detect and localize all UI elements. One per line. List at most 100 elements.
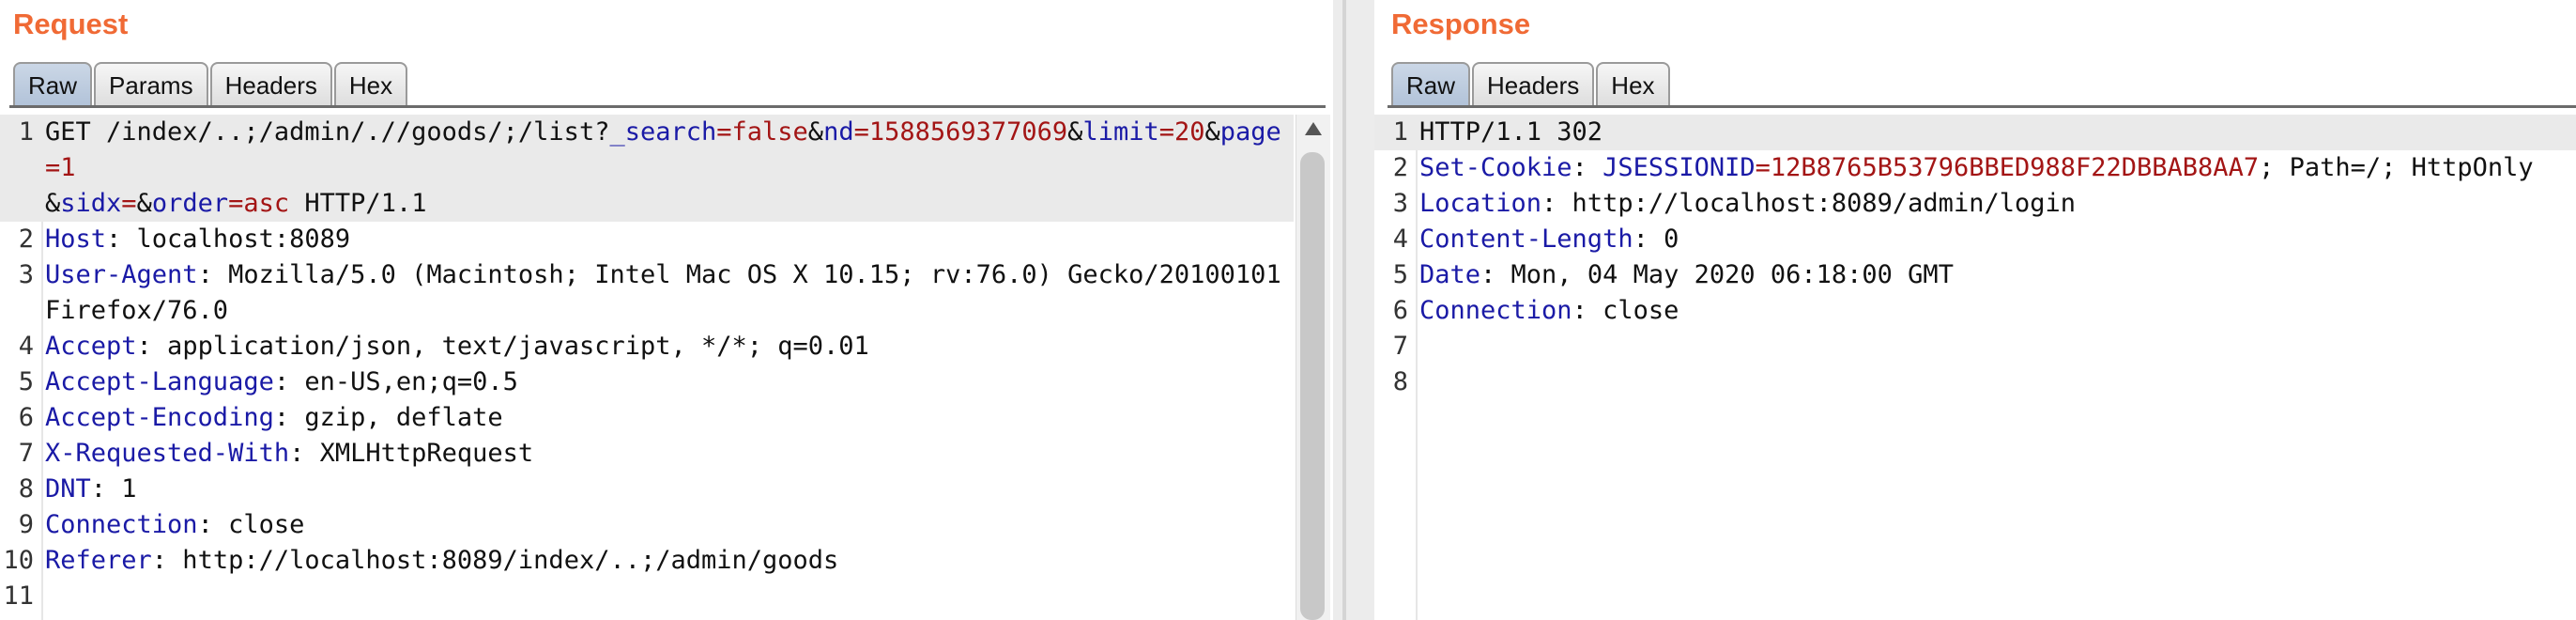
request-line[interactable]: 7 X-Requested-With: XMLHttpRequest [0,436,1294,472]
text-segment: & [1067,117,1083,147]
response-line[interactable]: 5 Date: Mon, 04 May 2020 06:18:00 GMT [1374,257,2576,293]
line-text [1419,329,2576,364]
response-pane: Response Raw Headers Hex 1 HTTP/1.1 302 2 Set… [1374,0,2576,620]
text-segment: = [853,117,869,147]
pane-divider[interactable] [1333,0,1374,620]
header-name: Connection [45,510,198,539]
line-number: 1 [18,117,34,147]
response-title: Response [1391,8,1531,40]
param-value: 1 [60,153,76,182]
request-line[interactable]: 2 Host: localhost:8089 [0,222,1294,257]
line-number: 8 [1392,367,1408,396]
response-line[interactable]: 4 Content-Length: 0 [1374,222,2576,257]
text-segment: : close [1572,296,1679,325]
response-tab-rule [1388,105,2576,108]
request-line[interactable]: 8 DNT: 1 [0,472,1294,507]
line-number: 8 [18,474,34,504]
response-line[interactable]: 7 [1374,329,2576,364]
text-segment: & [807,117,824,147]
header-name: Content-Length [1419,225,1633,254]
request-line[interactable]: 1 GET /index/..;/admin/.//goods/;/list?_s… [0,115,1294,186]
line-text: Connection: close [1419,293,2576,329]
text-segment: : http://localhost:8089/index/..;/admin/… [151,546,839,575]
line-text [1419,364,2576,400]
response-line[interactable]: 2 Set-Cookie: JSESSIONID=12B8765B53796BBE… [1374,150,2576,186]
line-text: Referer: http://localhost:8089/index/..;… [45,543,1294,579]
request-line[interactable]: &sidx=&order=asc HTTP/1.1 [0,186,1294,222]
line-number: 5 [18,367,34,396]
response-line[interactable]: 1 HTTP/1.1 302 [1374,115,2576,150]
scroll-thumb[interactable] [1300,152,1325,620]
line-number: 6 [1392,296,1408,325]
response-line[interactable]: 8 [1374,364,2576,400]
param-value: 12B8765B53796BBED988F22DBBAB8AA7 [1770,153,2260,182]
line-text: Accept: application/json, text/javascrip… [45,329,1294,364]
line-number: 3 [1392,189,1408,218]
request-line[interactable]: 6 Accept-Encoding: gzip, deflate [0,400,1294,436]
response-lines: 1 HTTP/1.1 302 2 Set-Cookie: JSESSIONID=12B… [1374,115,2576,400]
request-line[interactable]: 12 [0,614,1294,620]
request-scrollbar[interactable] [1296,115,1330,620]
header-name: Accept-Language [45,367,274,396]
response-tab-headers[interactable]: Headers [1472,62,1595,105]
line-number: 7 [1392,332,1408,361]
text-segment: : Mozilla/5.0 (Macintosh; Intel Mac OS X… [197,260,1281,289]
request-editor[interactable]: 1 GET /index/..;/admin/.//goods/;/list?_s… [0,115,1294,620]
text-segment: = [45,153,61,182]
response-tab-hex[interactable]: Hex [1596,62,1670,105]
text-segment: = [716,117,732,147]
text-segment: Firefox/76.0 [45,296,229,325]
text-segment: : XMLHttpRequest [289,439,534,468]
text-segment: : gzip, deflate [273,403,503,432]
text-segment: : en-US,en;q=0.5 [273,367,518,396]
request-line[interactable]: 11 [0,579,1294,614]
request-line[interactable]: 3 User-Agent: Mozilla/5.0 (Macintosh; Int… [0,257,1294,293]
scroll-up-arrow-icon[interactable] [1305,122,1322,135]
line-text: Accept-Language: en-US,en;q=0.5 [45,364,1294,400]
response-line[interactable]: 3 Location: http://localhost:8089/admin/l… [1374,186,2576,222]
request-line[interactable]: Firefox/76.0 [0,293,1294,329]
request-pane: Request Raw Params Headers Hex 1 GET /index/… [0,0,1333,620]
line-text [45,579,1294,614]
request-title: Request [13,8,129,40]
response-editor[interactable]: 1 HTTP/1.1 302 2 Set-Cookie: JSESSIONID=12B… [1374,115,2576,620]
text-segment: = [1755,153,1771,182]
request-tab-raw[interactable]: Raw [13,62,93,105]
text-segment: : [1572,153,1603,182]
text-segment: & [45,189,61,218]
request-line[interactable]: 4 Accept: application/json, text/javascri… [0,329,1294,364]
line-text: Connection: close [45,507,1294,543]
text-segment: : 0 [1633,225,1679,254]
line-text: GET /index/..;/admin/.//goods/;/list?_se… [45,115,1294,186]
request-line[interactable]: 9 Connection: close [0,507,1294,543]
response-line[interactable]: 6 Connection: close [1374,293,2576,329]
line-text [45,614,1294,620]
header-name: order [151,189,229,218]
line-number: 1 [1392,117,1408,147]
text-segment: : Mon, 04 May 2020 06:18:00 GMT [1480,260,1954,289]
line-text: Location: http://localhost:8089/admin/lo… [1419,186,2576,222]
text-segment: ; Path=/; HttpOnly [2259,153,2534,182]
line-text: X-Requested-With: XMLHttpRequest [45,436,1294,472]
line-text: &sidx=&order=asc HTTP/1.1 [45,186,1294,222]
line-number: 9 [18,510,34,539]
response-tabs: Raw Headers Hex [1391,62,1672,105]
line-text: Host: localhost:8089 [45,222,1294,257]
line-number: 2 [18,225,34,254]
request-tab-headers[interactable]: Headers [209,62,332,105]
request-tab-hex[interactable]: Hex [333,62,408,105]
response-tab-raw[interactable]: Raw [1391,62,1471,105]
line-text: Date: Mon, 04 May 2020 06:18:00 GMT [1419,257,2576,293]
line-number: 4 [18,332,34,361]
header-name: DNT [45,474,91,504]
request-tab-params[interactable]: Params [94,62,208,105]
line-text: Accept-Encoding: gzip, deflate [45,400,1294,436]
request-line[interactable]: 10 Referer: http://localhost:8089/index/.… [0,543,1294,579]
text-segment: & [1204,117,1220,147]
text-segment: HTTP/1.1 [289,189,427,218]
header-name: Accept [45,332,137,361]
request-line[interactable]: 5 Accept-Language: en-US,en;q=0.5 [0,364,1294,400]
header-name: X-Requested-With [45,439,290,468]
header-name: _search [609,117,717,147]
header-name: Set-Cookie [1419,153,1572,182]
